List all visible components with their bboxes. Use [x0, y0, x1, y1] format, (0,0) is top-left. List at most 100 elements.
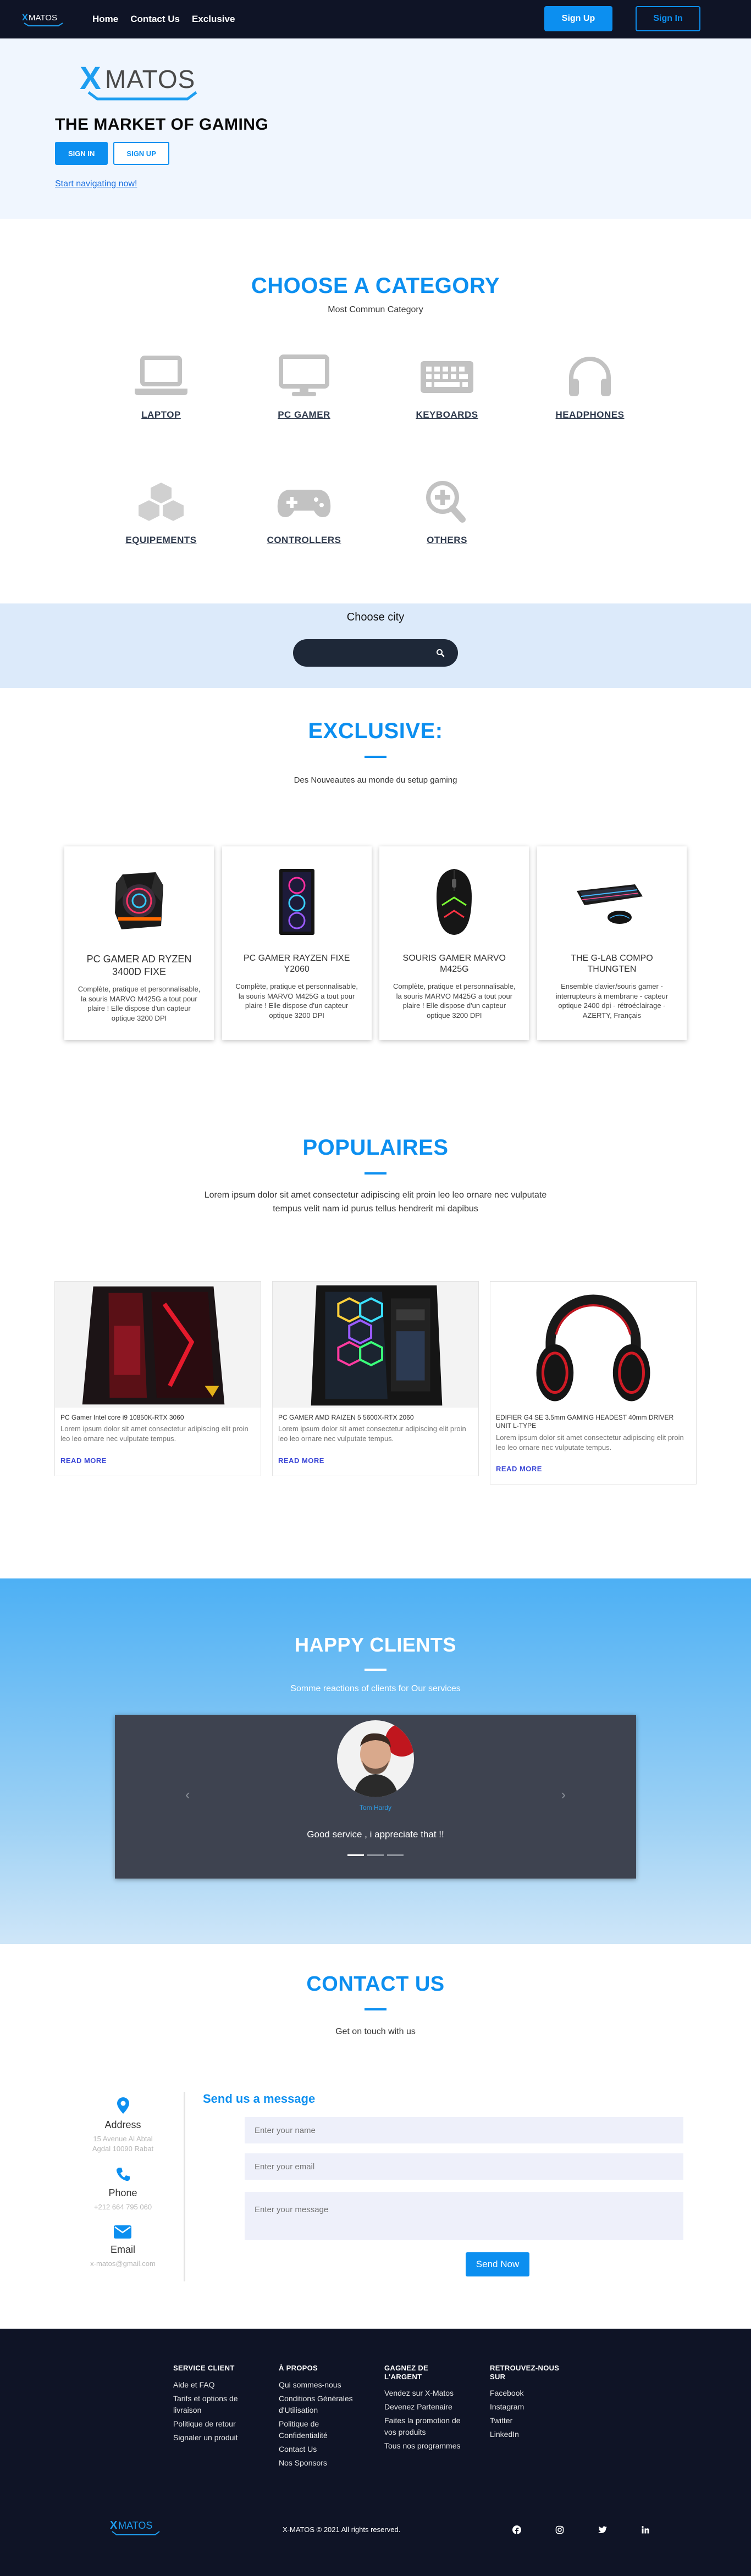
nav-link-exclusive[interactable]: Exclusive: [192, 14, 235, 25]
facebook-icon[interactable]: [511, 2524, 522, 2535]
footer-link[interactable]: Facebook: [490, 2387, 568, 2399]
exclusive-title: EXCLUSIVE:: [308, 719, 443, 743]
category-label: CONTROLLERS: [267, 535, 341, 545]
message-input[interactable]: [245, 2192, 683, 2240]
svg-text:X: X: [22, 13, 28, 23]
category-controllers[interactable]: CONTROLLERS: [233, 480, 375, 546]
instagram-icon[interactable]: [554, 2524, 565, 2535]
category-label: LAPTOP: [141, 409, 181, 420]
category-equipements[interactable]: EQUIPEMENTS: [90, 480, 233, 546]
footer-link[interactable]: Nos Sponsors: [279, 2457, 357, 2469]
popular-card-text: Lorem ipsum dolor sit amet consectetur a…: [60, 1425, 249, 1443]
category-headphones[interactable]: HEADPHONES: [518, 354, 661, 420]
carousel-indicators: [347, 1854, 404, 1856]
product-card[interactable]: PC GAMER AD RYZEN 3400D FIXE Complète, p…: [64, 846, 214, 1040]
phone-block: Phone +212 664 795 060: [94, 2167, 152, 2212]
city-search-input[interactable]: [293, 639, 458, 667]
city-label: Choose city: [346, 611, 405, 623]
send-now-button[interactable]: Send Now: [466, 2252, 529, 2276]
category-label: OTHERS: [427, 535, 467, 545]
footer-link[interactable]: Instagram: [490, 2401, 568, 2413]
popular-card[interactable]: PC GAMER AMD RAIZEN 5 5600X-RTX 2060 Lor…: [272, 1281, 479, 1476]
product-image-amd-pc: [273, 1282, 478, 1408]
carousel-dot-1[interactable]: [347, 1854, 364, 1856]
read-more-link[interactable]: READ MORE: [60, 1456, 255, 1465]
contact-title: CONTACT US: [306, 1973, 445, 1996]
category-laptop[interactable]: LAPTOP: [90, 354, 233, 420]
svg-text:MATOS: MATOS: [118, 2520, 152, 2531]
category-pc-gamer[interactable]: PC GAMER: [233, 354, 375, 420]
footer-column-social: RETROUVEZ-NOUS SUR Facebook Instagram Tw…: [490, 2364, 568, 2471]
footer-link[interactable]: Aide et FAQ: [173, 2379, 251, 2391]
client-name: Tom Hardy: [359, 1804, 391, 1811]
carousel-next-button[interactable]: ›: [561, 1786, 566, 1803]
footer-link[interactable]: Faites la promotion de vos produits: [384, 2415, 462, 2438]
address-title: Address: [104, 2119, 141, 2130]
product-card[interactable]: THE G-LAB COMPO THUNGTEN Ensemble clavie…: [537, 846, 687, 1040]
category-keyboards[interactable]: KEYBOARDS: [375, 354, 518, 420]
footer-link[interactable]: Signaler un produit: [173, 2432, 251, 2444]
nav-link-home[interactable]: Home: [92, 14, 118, 25]
footer-link[interactable]: Politique de retour: [173, 2418, 251, 2430]
footer-link[interactable]: Politique de Confidentialité: [279, 2418, 357, 2441]
footer-bottom: X MATOS X-MATOS © 2021 All rights reserv…: [0, 2513, 751, 2546]
product-desc: Complète, pratique et personnalisable, l…: [235, 982, 358, 1020]
brand-logo-large: X MATOS: [80, 60, 197, 101]
twitter-icon[interactable]: [597, 2524, 608, 2535]
name-input[interactable]: [245, 2117, 683, 2143]
popular-card-text: Lorem ipsum dolor sit amet consectetur a…: [278, 1425, 466, 1443]
product-name: SOURIS GAMER MARVO M425G: [402, 954, 506, 974]
map-marker-icon: [117, 2097, 129, 2114]
carousel-dot-3[interactable]: [387, 1854, 404, 1856]
carousel-prev-button[interactable]: ‹: [185, 1786, 190, 1803]
nav-link-contact[interactable]: Contact Us: [130, 14, 180, 25]
svg-text:X: X: [80, 60, 101, 96]
product-card[interactable]: PC GAMER RAYZEN FIXE Y2060 Complète, pra…: [222, 846, 372, 1040]
client-avatar: [337, 1720, 414, 1797]
hero-signin-button[interactable]: SIGN IN: [55, 142, 108, 165]
category-others[interactable]: OTHERS: [375, 480, 518, 546]
auth-buttons: Sign Up Sign In: [544, 6, 700, 31]
read-more-link[interactable]: READ MORE: [278, 1456, 473, 1465]
read-more-link[interactable]: READ MORE: [496, 1465, 691, 1473]
hero-signup-button[interactable]: SIGN UP: [113, 142, 169, 165]
search-plus-icon: [426, 481, 466, 523]
footer-column-title: GAGNEZ DE L'ARGENT: [384, 2364, 428, 2381]
popular-grid: PC Gamer Intel core i9 10850K-RTX 3060 L…: [54, 1281, 697, 1485]
footer-link[interactable]: LinkedIn: [490, 2429, 568, 2440]
clients-subtitle: Somme reactions of clients for Our servi…: [290, 1684, 461, 1693]
svg-text:MATOS: MATOS: [29, 13, 57, 23]
start-navigating-link[interactable]: Start navigating now!: [55, 179, 137, 189]
footer-link[interactable]: Qui sommes-nous: [279, 2379, 357, 2391]
product-desc: Complète, pratique et personnalisable, l…: [393, 982, 516, 1020]
desktop-icon: [279, 354, 329, 396]
carousel-dot-2[interactable]: [367, 1854, 384, 1856]
linkedin-icon[interactable]: [640, 2524, 651, 2535]
category-label: HEADPHONES: [555, 409, 625, 420]
popular-card[interactable]: EDIFIER G4 SE 3.5mm GAMING HEADEST 40mm …: [490, 1281, 697, 1485]
email-input[interactable]: [245, 2153, 683, 2180]
footer-link[interactable]: Twitter: [490, 2415, 568, 2427]
address-block: Address 15 Avenue Al Abtal Agdal 10090 R…: [87, 2097, 159, 2153]
footer-link[interactable]: Devenez Partenaire: [384, 2401, 462, 2413]
signin-button[interactable]: Sign In: [636, 6, 700, 31]
footer-link[interactable]: Contact Us: [279, 2444, 357, 2455]
product-card[interactable]: SOURIS GAMER MARVO M425G Complète, prati…: [379, 846, 529, 1040]
brand-logo-small[interactable]: X MATOS: [22, 12, 65, 27]
popular-card[interactable]: PC Gamer Intel core i9 10850K-RTX 3060 L…: [54, 1281, 261, 1476]
logo-mark: X MATOS: [22, 13, 63, 26]
social-icons: [511, 2524, 651, 2535]
email-value: x-matos@gmail.com: [90, 2259, 156, 2268]
footer-link[interactable]: Conditions Générales d'Utilisation: [279, 2393, 357, 2416]
footer-link[interactable]: Tarifs et options de livraison: [173, 2393, 251, 2416]
footer-logo[interactable]: X MATOS: [110, 2518, 163, 2539]
search-icon[interactable]: [436, 649, 445, 657]
product-name: THE G-LAB COMPO THUNGTEN: [571, 954, 653, 974]
footer-link[interactable]: Vendez sur X-Matos: [384, 2387, 462, 2399]
contact-body: Address 15 Avenue Al Abtal Agdal 10090 R…: [62, 2092, 689, 2282]
signup-button[interactable]: Sign Up: [544, 6, 612, 31]
footer-link[interactable]: Tous nos programmes: [384, 2440, 462, 2452]
footer: SERVICE CLIENT Aide et FAQ Tarifs et opt…: [0, 2329, 751, 2576]
footer-column-about: À PROPOS Qui sommes-nous Conditions Géné…: [279, 2364, 357, 2471]
envelope-icon: [114, 2225, 132, 2239]
